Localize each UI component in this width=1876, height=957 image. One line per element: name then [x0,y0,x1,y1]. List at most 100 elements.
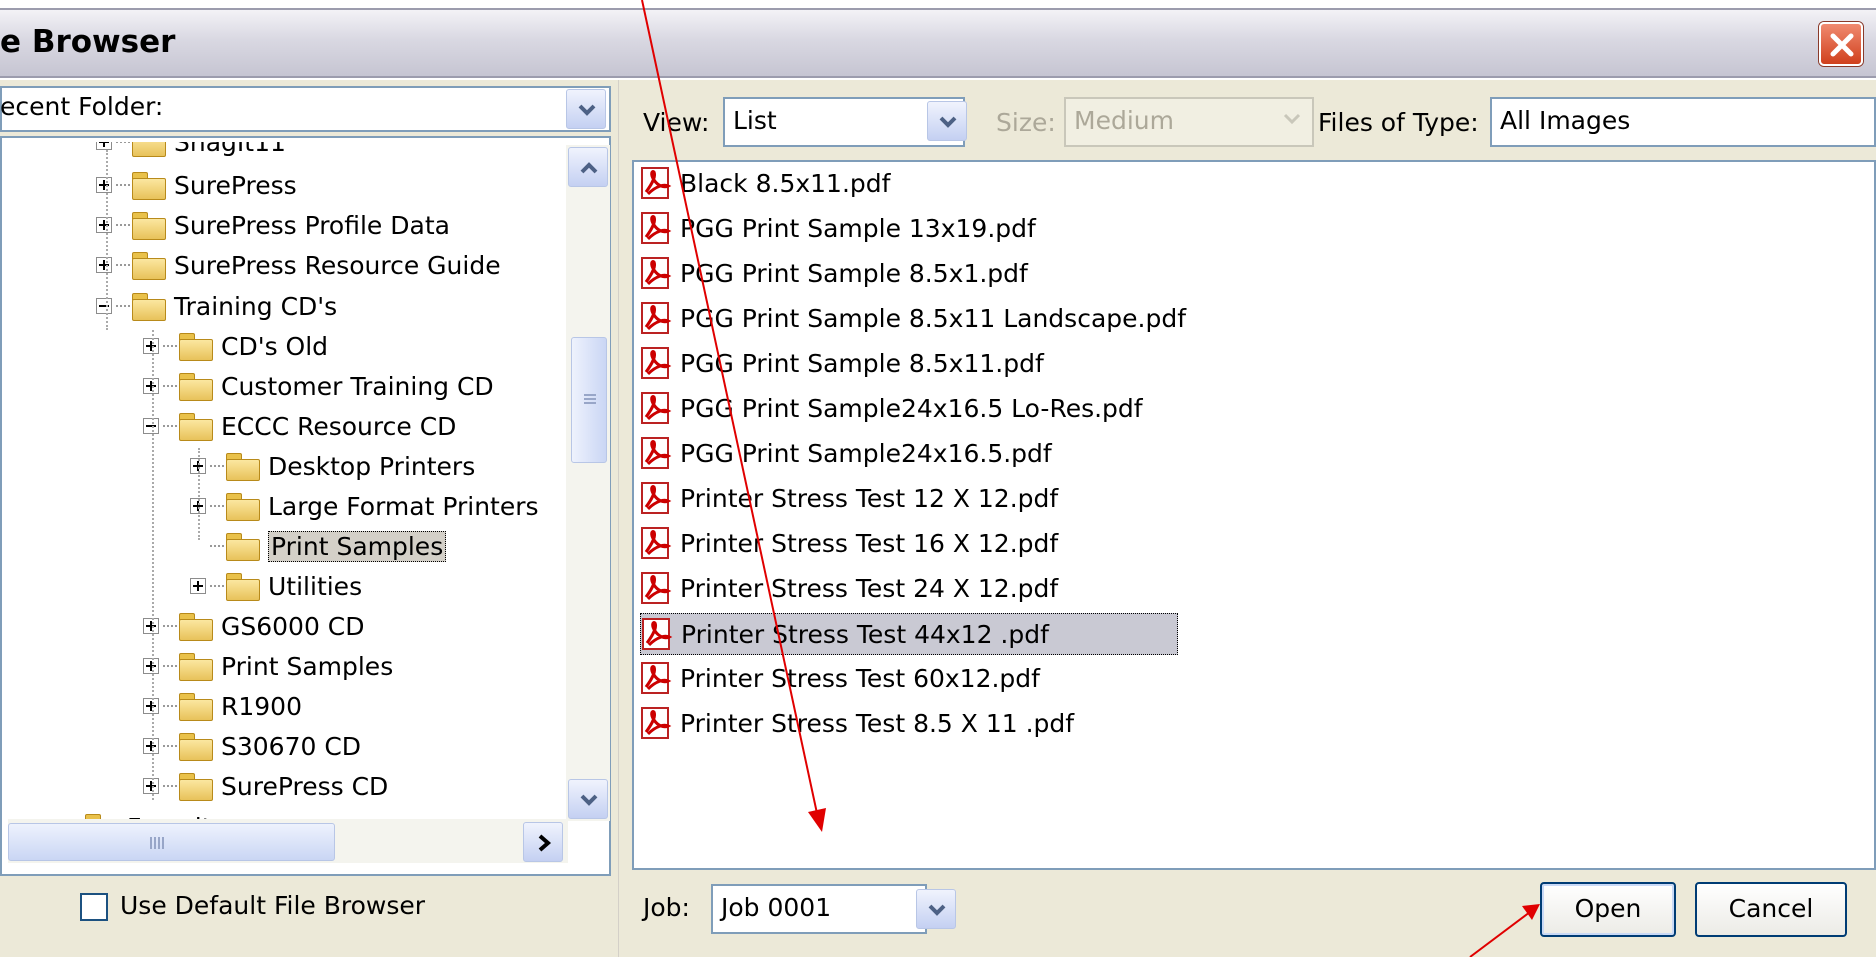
chevron-down-icon [928,904,946,916]
use-default-browser-label: Use Default File Browser [120,891,426,920]
chevron-down-icon [580,794,598,806]
tree-scroll-thumb[interactable] [571,337,607,463]
file-item[interactable]: Printer Stress Test 8.5 X 11 .pdf [640,703,1074,743]
pdf-icon [641,572,672,604]
pane-splitter[interactable] [618,80,630,957]
folder-icon [177,731,215,761]
files-of-type-value: All Images [1500,106,1631,135]
job-dropdown-button[interactable] [916,889,956,929]
tree-connector [163,665,177,667]
tree-item[interactable]: R1900 [143,688,302,724]
tree-item-label: Customer Training CD [221,371,494,401]
expand-icon[interactable] [143,738,159,754]
open-button[interactable]: Open [1540,882,1676,937]
pdf-icon [641,347,672,379]
tree-item[interactable]: SurePress Profile Data [96,207,450,243]
expand-icon[interactable] [143,698,159,714]
collapse-icon[interactable] [96,298,112,314]
file-item[interactable]: PGG Print Sample 8.5x11.pdf [640,343,1044,383]
size-label: Size: [996,108,1056,137]
folder-icon [177,331,215,361]
folder-icon [177,651,215,681]
tree-item-label: Print Samples [221,651,394,681]
file-item[interactable]: Printer Stress Test 60x12.pdf [640,658,1040,698]
scroll-up-button[interactable] [568,147,608,187]
pdf-icon [641,167,672,199]
pdf-icon [641,257,672,289]
close-button[interactable] [1819,22,1863,66]
expand-icon[interactable] [143,338,159,354]
tree-item-label: SurePress Profile Data [174,210,450,240]
file-name: PGG Print Sample 13x19.pdf [680,213,1036,243]
tree-item[interactable]: Utilities [190,568,362,604]
tree-item-label: SurePress Resource Guide [174,250,501,280]
expand-icon[interactable] [143,378,159,394]
size-value: Medium [1074,106,1174,135]
tree-item[interactable]: Print Samples [190,528,447,564]
files-of-type-select[interactable]: All Images [1490,97,1876,147]
tree-item-label: Desktop Printers [268,451,476,481]
tree-item[interactable]: Desktop Printers [190,448,475,484]
tree-item[interactable]: SurePress [96,167,297,203]
file-name: Black 8.5x11.pdf [680,168,891,198]
title-bar [0,8,1876,78]
tree-item[interactable]: Training CD's [96,288,337,324]
collapse-icon[interactable] [143,418,159,434]
tree-item[interactable]: SurePress CD [143,768,388,804]
tree-vertical-scrollbar[interactable] [566,145,610,821]
file-name: Printer Stress Test 16 X 12.pdf [680,528,1059,558]
file-item[interactable]: Printer Stress Test 24 X 12.pdf [640,568,1058,608]
tree-item[interactable]: Print Samples [143,648,393,684]
pdf-icon [642,618,673,650]
tree-connector [163,785,177,787]
tree-item[interactable]: Large Format Printers [190,488,539,524]
file-item[interactable]: PGG Print Sample24x16.5.pdf [640,433,1052,473]
folder-icon [177,771,215,801]
expand-icon[interactable] [143,778,159,794]
expand-icon[interactable] [96,217,112,233]
tree-connector [210,465,224,467]
folder-icon [177,611,215,641]
pdf-icon [641,392,672,424]
use-default-browser-checkbox[interactable] [80,893,108,921]
expand-icon[interactable] [143,618,159,634]
expand-icon[interactable] [190,578,206,594]
file-name: Printer Stress Test 12 X 12.pdf [680,483,1059,513]
view-dropdown-button[interactable] [927,101,967,141]
pdf-icon [641,212,672,244]
file-item[interactable]: Black 8.5x11.pdf [640,163,890,203]
folder-icon [130,170,168,200]
expand-icon[interactable] [96,177,112,193]
tree-item-label: SurePress [174,170,297,200]
tree-item-label: Training CD's [174,291,338,321]
tree-item[interactable]: Customer Training CD [143,368,494,404]
tree-item-label: Print Samples [268,530,447,562]
expand-icon[interactable] [96,257,112,273]
tree-item[interactable]: GS6000 CD [143,608,365,644]
file-item[interactable]: Printer Stress Test 12 X 12.pdf [640,478,1058,518]
tree-connector [163,345,177,347]
file-name: PGG Print Sample24x16.5 Lo-Res.pdf [680,393,1143,423]
tree-item[interactable]: S30670 CD [143,728,361,764]
file-item[interactable]: PGG Print Sample 13x19.pdf [640,208,1036,248]
tree-item[interactable]: CD's Old [143,328,328,364]
file-item[interactable]: Printer Stress Test 44x12 .pdf [640,613,1178,655]
file-item[interactable]: PGG Print Sample 8.5x11 Landscape.pdf [640,298,1186,338]
job-select[interactable]: Job 0001 [711,884,927,934]
recent-folder-dropdown-button[interactable] [566,89,606,129]
tree-connector [116,305,130,307]
chevron-up-icon [580,162,598,174]
tree-item[interactable]: ECCC Resource CD [143,408,456,444]
scroll-down-button[interactable] [568,779,608,819]
chevron-down-icon [1283,113,1301,125]
file-item[interactable]: PGG Print Sample 8.5x1.pdf [640,253,1028,293]
file-item[interactable]: Printer Stress Test 16 X 12.pdf [640,523,1058,563]
expand-icon[interactable] [143,658,159,674]
tree-item[interactable]: SurePress Resource Guide [96,247,501,283]
file-item[interactable]: PGG Print Sample24x16.5 Lo-Res.pdf [640,388,1143,428]
cancel-button[interactable]: Cancel [1695,882,1847,937]
folder-icon [224,571,262,601]
scroll-right-button[interactable] [523,822,563,862]
tree-hscroll-thumb[interactable] [8,823,335,861]
view-label: View: [643,108,710,137]
